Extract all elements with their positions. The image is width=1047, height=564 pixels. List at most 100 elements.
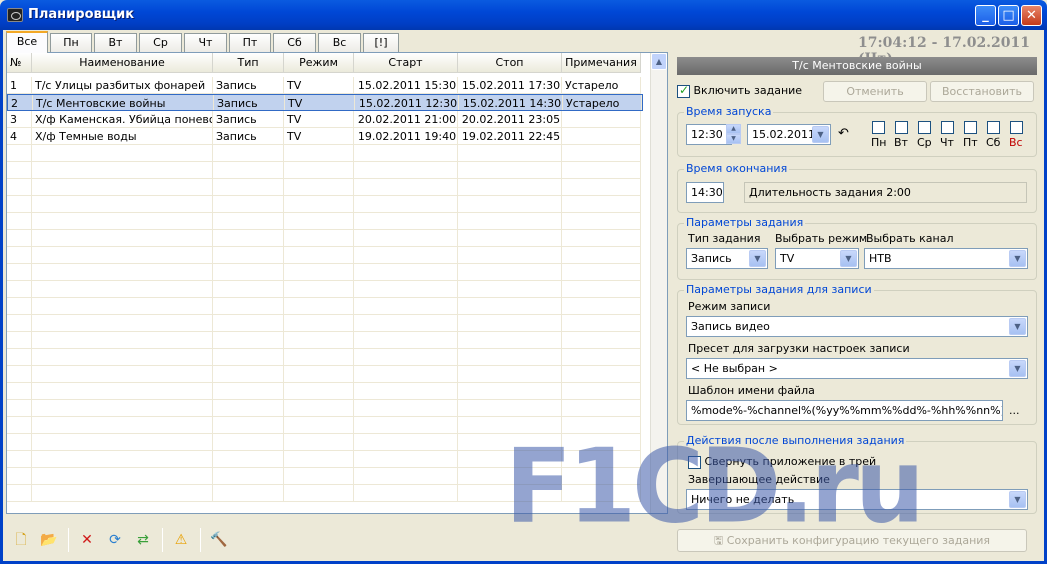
empty-cell <box>458 230 562 246</box>
settings-hammer-icon[interactable]: 🔨 <box>209 530 229 550</box>
tab-fri[interactable]: Пт <box>229 33 271 52</box>
tab-all[interactable]: Все <box>6 31 48 53</box>
reset-icon[interactable]: ↶ <box>838 126 849 141</box>
chevron-down-icon[interactable]: ▼ <box>749 250 766 267</box>
enable-task-row[interactable]: Включить задание <box>677 83 802 98</box>
sync-icon[interactable]: ⇄ <box>133 530 153 550</box>
restore-button[interactable]: Восстановить <box>930 81 1034 102</box>
empty-cell <box>213 332 284 348</box>
tab-warnings[interactable]: [!] <box>363 33 399 52</box>
table-vscrollbar[interactable]: ▲ <box>650 53 667 513</box>
row-stop: 19.02.2011 22:45 <box>458 128 562 144</box>
empty-cell <box>7 468 32 484</box>
empty-cell <box>7 417 32 433</box>
empty-cell <box>7 485 32 501</box>
day-sun-checkbox[interactable] <box>1010 121 1023 134</box>
empty-cell <box>562 145 641 161</box>
tab-sat[interactable]: Сб <box>273 33 316 52</box>
day-tue-label: Вт <box>894 136 908 149</box>
minimize-tray-checkbox[interactable] <box>688 455 701 469</box>
day-wed-checkbox[interactable] <box>918 121 931 134</box>
refresh-icon[interactable]: ⟳ <box>105 530 125 550</box>
empty-cell <box>284 264 354 280</box>
end-time-input[interactable]: 14:30 <box>686 182 724 203</box>
task-title-bar: Т/с Ментовские войны <box>677 57 1037 75</box>
empty-cell <box>7 383 32 399</box>
table-row-selected[interactable]: 2 Т/с Ментовские войны Запись TV 15.02.2… <box>7 94 643 111</box>
empty-cell <box>458 196 562 212</box>
record-mode-value: Запись видео <box>691 320 770 333</box>
tab-mon[interactable]: Пн <box>50 33 92 52</box>
empty-cell <box>354 468 458 484</box>
channel-select[interactable]: НТВ ▼ <box>864 248 1028 269</box>
minimize-button[interactable]: _ <box>975 5 996 26</box>
empty-cell <box>32 281 213 297</box>
preset-select[interactable]: < Не выбран > ▼ <box>686 358 1028 379</box>
save-config-button[interactable]: 🖫 Сохранить конфигурацию текущего задани… <box>677 529 1027 552</box>
empty-cell <box>7 349 32 365</box>
start-date-picker[interactable]: 15.02.2011 ▼ <box>747 124 831 145</box>
row-note <box>562 111 641 127</box>
task-table[interactable]: № Наименование Тип Режим Старт Стоп Прим… <box>6 52 668 514</box>
col-name[interactable]: Наименование <box>32 53 213 72</box>
new-task-icon[interactable]: 🗋 <box>11 530 31 550</box>
empty-cell <box>354 417 458 433</box>
col-mode[interactable]: Режим <box>284 53 354 72</box>
day-mon-checkbox[interactable] <box>872 121 885 134</box>
empty-cell <box>562 196 641 212</box>
warning-icon[interactable]: ⚠ <box>171 530 191 550</box>
filename-template-input[interactable]: %mode%-%channel%(%yy%%mm%%dd%-%hh%%nn%) … <box>686 400 1003 421</box>
table-row[interactable]: 1 Т/с Улицы разбитых фонарей Запись TV 1… <box>7 77 641 94</box>
record-mode-select[interactable]: Запись видео ▼ <box>686 316 1028 337</box>
day-thu-checkbox[interactable] <box>941 121 954 134</box>
empty-cell <box>7 264 32 280</box>
empty-cell <box>7 298 32 314</box>
col-notes[interactable]: Примечания <box>562 53 641 72</box>
table-row[interactable]: 3 Х/ф Каменская. Убийца поневоле Запись … <box>7 111 641 128</box>
row-number: 2 <box>8 95 33 110</box>
tab-thu[interactable]: Чт <box>184 33 227 52</box>
empty-cell <box>7 434 32 450</box>
enable-task-checkbox[interactable] <box>677 83 690 98</box>
delete-icon[interactable]: ✕ <box>77 530 97 550</box>
scroll-up-button[interactable]: ▲ <box>651 53 667 70</box>
close-button[interactable]: ✕ <box>1021 5 1042 26</box>
mode-select[interactable]: TV ▼ <box>775 248 859 269</box>
chevron-down-icon[interactable]: ▼ <box>1009 318 1026 335</box>
day-wed-label: Ср <box>917 136 932 149</box>
col-start[interactable]: Старт <box>354 53 458 72</box>
chevron-down-icon[interactable]: ▼ <box>840 250 857 267</box>
col-type[interactable]: Тип <box>213 53 284 72</box>
empty-cell <box>458 434 562 450</box>
day-sat-checkbox[interactable] <box>987 121 1000 134</box>
tab-sun[interactable]: Вс <box>318 33 361 52</box>
col-stop[interactable]: Стоп <box>458 53 562 72</box>
task-type-select[interactable]: Запись ▼ <box>686 248 768 269</box>
chevron-down-icon[interactable]: ▼ <box>1009 360 1026 377</box>
chevron-down-icon[interactable]: ▼ <box>812 126 829 143</box>
start-time-spinner[interactable]: ▲ ▼ <box>726 124 741 145</box>
empty-cell <box>213 383 284 399</box>
empty-row <box>7 349 641 366</box>
empty-cell <box>458 468 562 484</box>
empty-row <box>7 315 641 332</box>
maximize-button[interactable]: □ <box>998 5 1019 26</box>
open-folder-icon[interactable]: 📂 <box>39 530 59 550</box>
tab-wed[interactable]: Ср <box>139 33 182 52</box>
preset-label: Пресет для загрузки настроек записи <box>688 342 910 355</box>
chevron-down-icon[interactable]: ▼ <box>1009 491 1026 508</box>
minimize-tray-row[interactable]: Свернуть приложение в трей <box>688 455 876 469</box>
channel-value: НТВ <box>869 252 892 265</box>
tab-tue[interactable]: Вт <box>94 33 137 52</box>
day-fri-checkbox[interactable] <box>964 121 977 134</box>
empty-cell <box>284 213 354 229</box>
row-number: 3 <box>7 111 32 127</box>
col-number[interactable]: № <box>7 53 32 72</box>
day-tue-checkbox[interactable] <box>895 121 908 134</box>
cancel-button[interactable]: Отменить <box>823 81 927 102</box>
table-row[interactable]: 4 Х/ф Темные воды Запись TV 19.02.2011 1… <box>7 128 641 145</box>
final-action-select[interactable]: Ничего не делать ▼ <box>686 489 1028 510</box>
browse-button[interactable]: ... <box>1009 404 1020 417</box>
chevron-down-icon[interactable]: ▼ <box>1009 250 1026 267</box>
empty-row <box>7 145 641 162</box>
